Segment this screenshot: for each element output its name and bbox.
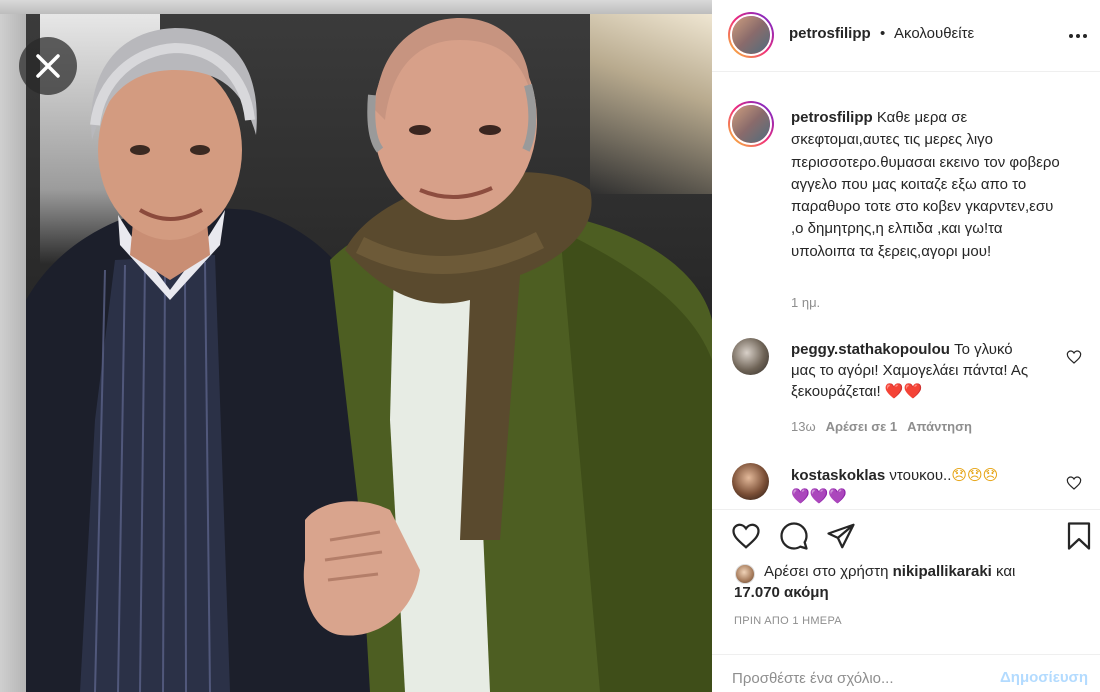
likes-summary: Αρέσει στο χρήστη nikipallikaraki και 17… — [734, 561, 1084, 603]
comment-username[interactable]: peggy.stathakopoulou — [791, 341, 950, 358]
comment-username[interactable]: kostaskoklas — [791, 467, 885, 484]
commenter-avatar[interactable] — [732, 338, 769, 375]
caption-text: Καθε μερα σε σκεφτομαι,αυτες τις μερες λ… — [791, 109, 1060, 260]
post-actions: Αρέσει στο χρήστη nikipallikaraki και 17… — [712, 509, 1100, 692]
caption-username[interactable]: petrosfilipp — [791, 109, 873, 126]
likes-user[interactable]: nikipallikaraki — [893, 563, 992, 580]
post-comment-button[interactable]: Δημοσίευση — [1000, 669, 1088, 686]
likes-count[interactable]: 17.070 ακόμη — [734, 582, 1084, 603]
comment-text: ντουκου.. — [889, 467, 952, 484]
reply-button[interactable]: Απάντηση — [907, 419, 972, 434]
comment-meta: 13ω Αρέσει σε 1 Απάντηση — [791, 419, 972, 434]
comment-input[interactable] — [732, 667, 982, 689]
post-details-panel: petrosfilipp • Ακολουθείτε petrosfilipp … — [712, 0, 1100, 692]
caption-author-avatar[interactable] — [728, 101, 774, 147]
more-options-icon — [1069, 34, 1087, 38]
comment-time[interactable]: 13ω — [791, 419, 816, 434]
likes-conjunction: και — [996, 563, 1016, 580]
comments-section[interactable]: petrosfilipp Καθε μερα σε σκεφτομαι,αυτε… — [712, 73, 1100, 509]
comment-emoji: 😞😞😞 — [951, 467, 999, 484]
close-icon — [36, 54, 60, 78]
close-button[interactable] — [19, 37, 77, 95]
comment-likes[interactable]: Αρέσει σε 1 — [826, 419, 898, 434]
following-status-button[interactable]: Ακολουθείτε — [894, 25, 974, 42]
post-caption: petrosfilipp Καθε μερα σε σκεφτομαι,αυτε… — [791, 107, 1069, 263]
send-icon[interactable] — [826, 521, 856, 551]
comment-like-icon[interactable] — [1066, 475, 1082, 491]
commenter-avatar[interactable] — [732, 463, 769, 500]
comment-like-icon[interactable] — [1066, 349, 1082, 365]
likes-prefix: Αρέσει στο χρήστη — [764, 563, 889, 580]
comment-icon[interactable] — [779, 521, 809, 551]
more-options-button[interactable] — [1068, 26, 1088, 46]
comment-emoji-secondary: 💜💜💜 — [791, 488, 848, 505]
caption-time[interactable]: 1 ημ. — [791, 295, 820, 310]
comment-item: peggy.stathakopoulou Το γλυκό μας το αγό… — [791, 339, 1041, 402]
add-comment-bar: Δημοσίευση — [712, 654, 1100, 692]
author-avatar[interactable] — [728, 12, 774, 58]
author-username[interactable]: petrosfilipp — [789, 25, 871, 42]
header-separator: • — [880, 25, 886, 42]
photo-people-illustration — [26, 18, 712, 692]
bookmark-icon[interactable] — [1064, 521, 1094, 551]
post-timestamp[interactable]: ΠΡΙΝ ΑΠΟ 1 ΗΜΕΡΑ — [734, 615, 842, 627]
post-photo — [0, 0, 712, 692]
post-header: petrosfilipp • Ακολουθείτε — [712, 0, 1100, 72]
heart-icon[interactable] — [731, 521, 761, 551]
comment-emoji: ❤️❤️ — [884, 383, 923, 400]
comment-item: kostaskoklas ντουκου..😞😞😞 💜💜💜 — [791, 465, 1041, 507]
